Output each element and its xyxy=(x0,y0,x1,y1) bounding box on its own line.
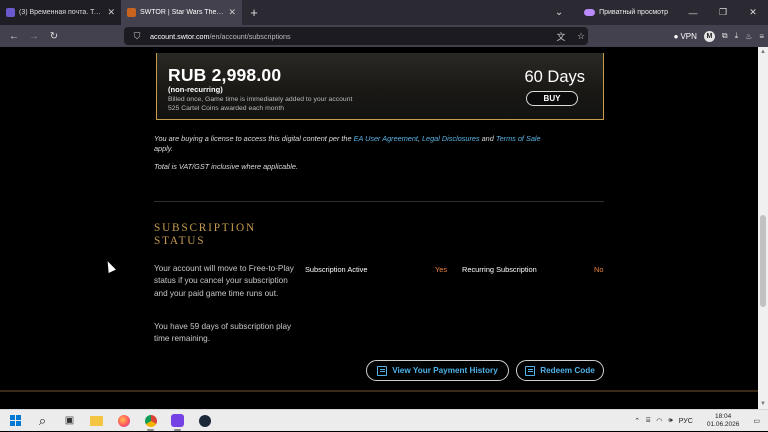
steam-icon[interactable] xyxy=(191,410,218,432)
recurring-subscription-label: Recurring Subscription xyxy=(462,265,537,274)
vat-notice: Total is VAT/GST inclusive where applica… xyxy=(154,162,298,171)
firefox-icon[interactable] xyxy=(110,410,137,432)
tab-title: SWTOR | Star Wars The Old Re xyxy=(140,9,224,16)
forward-icon[interactable]: → xyxy=(24,26,44,46)
address-bar[interactable]: ⛉ account.swtor.com/en/account/subscript… xyxy=(124,27,588,45)
scrollbar-thumb[interactable] xyxy=(760,215,766,307)
wifi-icon[interactable]: ◠ xyxy=(656,417,662,425)
menu-icon[interactable]: ≡ xyxy=(759,32,764,41)
fire-icon[interactable]: ♨ xyxy=(745,32,752,41)
offer-duration: 60 Days xyxy=(524,68,585,86)
chevron-up-icon[interactable]: ⌃ xyxy=(634,417,640,425)
private-label: Приватный просмотр xyxy=(599,9,668,16)
task-view-icon[interactable]: ▣ xyxy=(56,410,83,432)
profile-avatar[interactable]: M xyxy=(703,30,715,42)
redeem-code-button[interactable]: Redeem Code xyxy=(516,360,604,381)
private-browser-icon[interactable] xyxy=(164,410,191,432)
swtor-favicon-icon xyxy=(127,8,136,17)
clock[interactable]: 18:04 01.06.2026 xyxy=(707,413,740,429)
close-window-icon[interactable]: ✕ xyxy=(738,0,768,25)
extensions-icon[interactable]: ⧉ xyxy=(722,31,728,41)
page-scrollbar[interactable]: ▲ ▼ xyxy=(758,47,768,409)
start-button[interactable] xyxy=(2,410,29,432)
legal-disclosures-link[interactable]: Legal Disclosures xyxy=(422,134,480,143)
language-indicator[interactable]: РУС xyxy=(679,418,693,425)
reload-icon[interactable]: ↻ xyxy=(44,26,64,46)
scroll-up-icon[interactable]: ▲ xyxy=(758,47,768,57)
mouse-cursor-icon xyxy=(104,259,116,273)
minimize-icon[interactable]: — xyxy=(678,0,708,25)
divider xyxy=(154,201,604,202)
url-text[interactable]: account.swtor.com/en/account/subscriptio… xyxy=(150,32,548,41)
page-content: RUB 2,998.00 (non-recurring) Billed once… xyxy=(0,47,758,409)
restore-icon[interactable]: ❐ xyxy=(708,0,738,25)
receipt-icon xyxy=(377,365,388,376)
offer-recurring-type: (non-recurring) xyxy=(168,85,223,94)
gift-card-icon xyxy=(525,365,536,376)
subscription-active-value: Yes xyxy=(435,265,448,274)
network-icon[interactable]: ⌸ xyxy=(646,417,650,425)
terms-of-sale-link[interactable]: Terms of Sale xyxy=(496,134,541,143)
view-payment-history-button[interactable]: View Your Payment History xyxy=(366,360,509,381)
windows-logo-icon xyxy=(10,415,21,426)
chrome-icon[interactable] xyxy=(137,410,164,432)
subscription-status-heading: SUBSCRIPTION STATUS xyxy=(154,222,256,247)
offer-price: RUB 2,998.00 xyxy=(168,65,282,85)
ea-user-agreement-link[interactable]: EA User Agreement xyxy=(354,134,418,143)
new-tab-button[interactable]: + xyxy=(242,0,266,25)
clock-date: 01.06.2026 xyxy=(706,421,740,428)
shield-icon: ● xyxy=(673,31,679,41)
license-notice: You are buying a license to access this … xyxy=(154,134,541,153)
private-mask-icon xyxy=(584,9,596,16)
close-tab-icon[interactable]: ✕ xyxy=(107,7,115,18)
back-icon[interactable]: ← xyxy=(4,26,24,46)
system-tray: ⌃ ⌸ ◠ 🕪 РУС 18:04 01.06.2026 ▭ xyxy=(634,410,768,432)
scroll-down-icon[interactable]: ▼ xyxy=(758,399,768,409)
footer-divider xyxy=(0,390,758,392)
days-remaining: You have 59 days of subscription play ti… xyxy=(154,322,292,344)
translate-icon[interactable]: 文 xyxy=(554,30,568,43)
billed-line: Billed once, Game time is immediately ad… xyxy=(168,96,353,103)
file-explorer-icon[interactable] xyxy=(83,410,110,432)
tab-title: (3) Временная почта. Temp em xyxy=(19,9,104,16)
temp-mail-favicon-icon xyxy=(6,8,15,17)
buy-button[interactable]: BUY xyxy=(526,91,578,106)
vpn-button[interactable]: ● VPN xyxy=(674,32,697,41)
bookmark-star-icon[interactable]: ☆ xyxy=(574,31,588,42)
tab-swtor[interactable]: SWTOR | Star Wars The Old Re ✕ xyxy=(121,0,242,25)
downloads-icon[interactable]: ⤓ xyxy=(735,31,739,41)
tab-bar: (3) Временная почта. Temp em ✕ SWTOR | S… xyxy=(0,0,768,25)
status-description: Your account will move to Free-to-Play s… xyxy=(154,264,294,298)
close-tab-icon[interactable]: ✕ xyxy=(228,7,236,18)
site-info-icon[interactable]: ⛉ xyxy=(130,31,144,42)
search-icon[interactable]: ⌕ xyxy=(29,410,56,432)
coins-line: 525 Cartel Coins awarded each month xyxy=(168,104,284,112)
private-browsing-indicator: Приватный просмотр xyxy=(574,0,678,25)
tab-temp-mail[interactable]: (3) Временная почта. Temp em ✕ xyxy=(0,0,121,25)
windows-taskbar: ⌕ ▣ ⌃ ⌸ ◠ 🕪 РУС 18:04 01.06.2026 ▭ xyxy=(0,409,768,431)
offer-card: RUB 2,998.00 (non-recurring) Billed once… xyxy=(156,53,604,120)
clock-time: 18:04 xyxy=(714,413,732,420)
recurring-subscription-value: No xyxy=(594,265,604,274)
list-all-tabs-icon[interactable]: ⌄ xyxy=(544,0,574,25)
volume-icon[interactable]: 🕪 xyxy=(668,417,672,425)
toolbar-right: ● VPN M ⧉ ⤓ ♨ ≡ xyxy=(674,27,764,45)
notifications-icon[interactable]: ▭ xyxy=(753,417,760,425)
offer-details: Billed once, Game time is immediately ad… xyxy=(168,96,352,113)
navigation-bar: ← → ↻ ⛉ account.swtor.com/en/account/sub… xyxy=(0,25,768,47)
subscription-active-label: Subscription Active xyxy=(305,265,368,274)
